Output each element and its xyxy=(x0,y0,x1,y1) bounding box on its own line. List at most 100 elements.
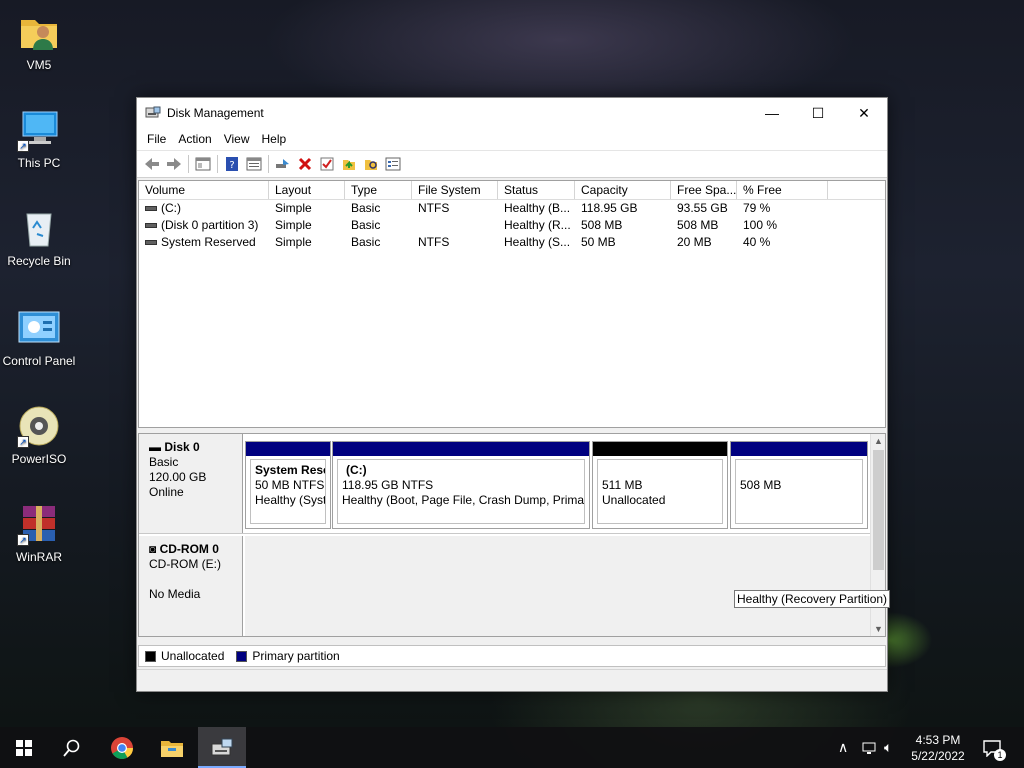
network-icon[interactable] xyxy=(862,727,878,768)
volume-list: Volume Layout Type File System Status Ca… xyxy=(138,180,886,428)
toolbar: ? xyxy=(137,150,887,178)
status-bar xyxy=(137,669,887,691)
search-icon[interactable] xyxy=(48,727,96,768)
disk-label[interactable]: ▬ Disk 0 Basic 120.00 GB Online xyxy=(139,434,243,533)
partition-status: Unallocated xyxy=(602,493,666,507)
volume-capacity: 50 MB xyxy=(581,235,616,249)
desktop-icon-recycle-bin[interactable]: Recycle Bin xyxy=(2,206,76,268)
computer-icon: ↗ xyxy=(17,108,61,152)
partition-recovery[interactable]: 508 MB xyxy=(730,441,868,529)
menu-help[interactable]: Help xyxy=(256,132,293,146)
clock[interactable]: 4:53 PM 5/22/2022 xyxy=(906,732,970,764)
volume-layout: Simple xyxy=(275,201,312,215)
volume-row[interactable]: (C:) Simple Basic NTFS Healthy (B... 118… xyxy=(139,200,885,217)
disk-label[interactable]: ◙ CD-ROM 0 CD-ROM (E:) No Media xyxy=(139,536,243,636)
partition-title xyxy=(740,463,858,478)
clock-time: 4:53 PM xyxy=(915,733,961,747)
partition-bar xyxy=(593,442,727,456)
cd-rom-empty-area[interactable] xyxy=(245,536,871,636)
volume-icon[interactable]: 🔈︎ xyxy=(884,727,892,768)
column-header-type[interactable]: Type xyxy=(345,181,412,199)
volume-status: Healthy (R... xyxy=(504,218,571,232)
title-bar[interactable]: Disk Management — ☐ ✕ xyxy=(137,98,887,128)
close-button[interactable]: ✕ xyxy=(841,98,887,128)
legend-label-unallocated: Unallocated xyxy=(161,649,225,663)
help-icon[interactable]: ? xyxy=(221,153,243,175)
column-header-layout[interactable]: Layout xyxy=(269,181,345,199)
desktop-icon-label: PowerISO xyxy=(11,452,67,466)
legend-swatch-primary xyxy=(236,650,248,662)
disk-state: No Media xyxy=(149,587,201,601)
partition-unallocated[interactable]: 511 MB Unallocated xyxy=(592,441,728,529)
column-header-capacity[interactable]: Capacity xyxy=(575,181,671,199)
volume-name: (C:) xyxy=(161,201,181,215)
column-header-file-system[interactable]: File System xyxy=(412,181,498,199)
disk-management-icon[interactable] xyxy=(198,727,246,768)
volume-name: System Reserved xyxy=(161,235,256,249)
desktop-icon-winrar[interactable]: ↗ WinRAR xyxy=(2,502,76,564)
column-header-status[interactable]: Status xyxy=(498,181,575,199)
partition-size: 118.95 GB NTFS xyxy=(342,478,434,492)
partition-system-reserved[interactable]: System Rese 50 MB NTFS Healthy (Syste xyxy=(245,441,331,529)
search-icon[interactable] xyxy=(360,153,382,175)
desktop-icon-label: WinRAR xyxy=(15,550,62,564)
menu-file[interactable]: File xyxy=(141,132,172,146)
desktop-icon-control-panel[interactable]: Control Panel xyxy=(2,306,76,368)
show-hidden-icons-icon[interactable]: ∧ xyxy=(838,727,848,768)
disk-management-app-icon xyxy=(145,105,161,121)
scroll-thumb[interactable] xyxy=(873,450,884,570)
list-icon[interactable] xyxy=(382,153,404,175)
disk-state: Online xyxy=(149,485,184,499)
minimize-button[interactable]: — xyxy=(749,98,795,128)
desktop-icon-poweriso[interactable]: ↗ PowerISO xyxy=(2,404,76,466)
desktop-icon-label: Recycle Bin xyxy=(7,254,71,268)
legend-swatch-unallocated xyxy=(145,650,156,662)
legend: Unallocated Primary partition xyxy=(138,645,886,667)
disk-type: Basic xyxy=(149,455,179,469)
desktop-icon-label: Control Panel xyxy=(2,354,76,368)
maximize-button[interactable]: ☐ xyxy=(795,98,841,128)
check-icon[interactable] xyxy=(316,153,338,175)
menu-action[interactable]: Action xyxy=(172,132,217,146)
scroll-down-icon[interactable]: ▼ xyxy=(871,622,886,636)
desktop-icon-this-pc[interactable]: ↗ This PC xyxy=(2,108,76,170)
volume-file-system xyxy=(412,217,498,234)
properties-icon[interactable] xyxy=(192,153,214,175)
start-icon[interactable] xyxy=(0,727,48,768)
column-header-volume[interactable]: Volume xyxy=(139,181,269,199)
folder-user-icon xyxy=(17,10,61,54)
connect-icon[interactable] xyxy=(272,153,294,175)
disk-name: Disk 0 xyxy=(164,440,200,454)
import-icon[interactable] xyxy=(338,153,360,175)
column-header-percent-free[interactable]: % Free xyxy=(737,181,828,199)
file-explorer-icon[interactable] xyxy=(148,727,196,768)
column-header-free-space[interactable]: Free Spa... xyxy=(671,181,737,199)
console-icon[interactable] xyxy=(243,153,265,175)
desktop-icon-vm5[interactable]: VM5 xyxy=(2,10,76,72)
scroll-up-icon[interactable]: ▲ xyxy=(871,434,886,448)
notification-center-icon[interactable]: 1 xyxy=(982,727,1006,768)
menu-view[interactable]: View xyxy=(218,132,256,146)
volume-icon xyxy=(145,240,157,246)
forward-icon[interactable] xyxy=(163,153,185,175)
partition-bar xyxy=(246,442,330,456)
partition-status: Healthy (Boot, Page File, Crash Dump, Pr… xyxy=(342,493,585,507)
partition-title xyxy=(602,463,718,478)
partition-c[interactable]: (C:) 118.95 GB NTFS Healthy (Boot, Page … xyxy=(332,441,590,529)
volume-row[interactable]: System Reserved Simple Basic NTFS Health… xyxy=(139,234,885,251)
back-icon[interactable] xyxy=(141,153,163,175)
tooltip: Healthy (Recovery Partition) xyxy=(734,590,891,608)
volume-row[interactable]: (Disk 0 partition 3) Simple Basic Health… xyxy=(139,217,885,234)
partition-bar xyxy=(731,442,867,456)
volume-file-system: NTFS xyxy=(418,201,450,215)
delete-icon[interactable] xyxy=(294,153,316,175)
desktop-icon-label: VM5 xyxy=(26,58,52,72)
disk-name: CD-ROM 0 xyxy=(159,542,219,556)
disk-row-cdrom-0: ◙ CD-ROM 0 CD-ROM (E:) No Media xyxy=(139,536,871,636)
volume-type: Basic xyxy=(351,235,381,249)
winrar-icon: ↗ xyxy=(17,502,61,546)
volume-capacity: 508 MB xyxy=(581,218,623,232)
disk-icon: ▬ xyxy=(149,440,161,454)
volume-status: Healthy (B... xyxy=(504,201,571,215)
chrome-icon[interactable] xyxy=(98,727,146,768)
